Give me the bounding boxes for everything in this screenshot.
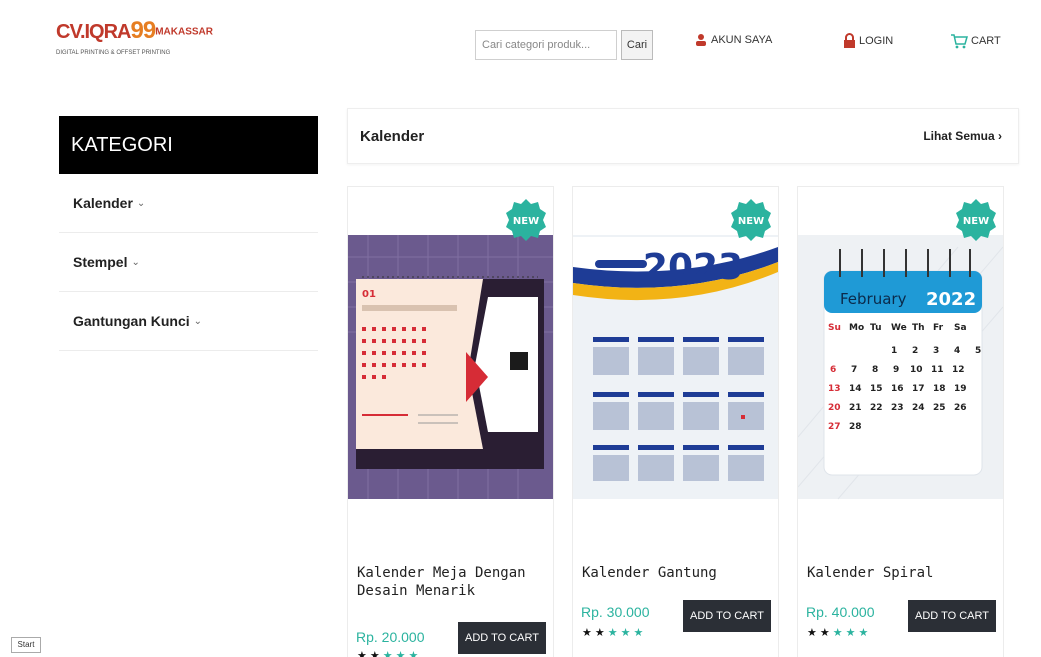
svg-text:7: 7 [851,365,857,375]
new-badge: NEW [731,199,771,241]
site-logo[interactable]: CV.IQRA99MAKASSAR DIGITAL PRINTING & OFF… [56,17,216,70]
svg-text:6: 6 [830,365,836,375]
sidebar-item-kalender[interactable]: Kalender ⌄ [59,174,318,233]
rating-stars: ★★★★★ [357,650,422,657]
svg-text:23: 23 [891,403,904,413]
see-all-link[interactable]: Lihat Semua › [923,129,1002,143]
account-link[interactable]: AKUN SAYA [694,33,772,47]
section-title: Kalender [360,127,425,145]
product-name[interactable]: Kalender Spiral [807,564,997,582]
cart-label: CART [971,35,1001,47]
cart-link[interactable]: CART [950,33,1001,49]
logo-tagline: DIGITAL PRINTING & OFFSET PRINTING [56,49,171,56]
account-label: AKUN SAYA [711,34,773,46]
search-button[interactable]: Cari [621,30,653,60]
product-image[interactable]: 2023 NEW [573,187,778,542]
product-card[interactable]: February 2022 Su Mo Tu We Th Fr Sa 12345… [797,186,1004,657]
product-image[interactable]: 01 NEW [348,187,553,542]
svg-text:Tu: Tu [870,323,882,333]
svg-text:Su: Su [828,323,841,333]
badge-label: NEW [738,216,764,227]
calendar-month: February [840,290,907,308]
svg-text:2: 2 [912,346,918,356]
svg-text:Mo: Mo [849,323,864,333]
svg-text:We: We [891,323,907,333]
svg-text:22: 22 [870,403,883,413]
svg-text:24: 24 [912,403,925,413]
lock-icon [844,33,855,48]
svg-text:9: 9 [893,365,899,375]
rating-stars: ★★★★★ [807,627,872,639]
svg-text:Th: Th [912,323,925,333]
svg-text:16: 16 [891,384,904,394]
svg-text:11: 11 [931,365,944,375]
svg-text:Sa: Sa [954,323,967,333]
badge-label: NEW [513,216,539,227]
cart-icon [951,34,968,49]
svg-text:8: 8 [872,365,878,375]
search-bar: Cari [475,30,653,60]
site-header: CV.IQRA99MAKASSAR DIGITAL PRINTING & OFF… [0,0,1041,90]
svg-text:3: 3 [933,346,939,356]
add-to-cart-button[interactable]: ADD TO CART [458,622,546,654]
sidebar-item-label: Gantungan Kunci [73,313,190,329]
svg-text:18: 18 [933,384,946,394]
svg-text:13: 13 [828,384,841,394]
calendar-year: 2023 [643,247,743,288]
login-link[interactable]: LOGIN [843,33,893,49]
svg-text:19: 19 [954,384,967,394]
product-name[interactable]: Kalender Meja Dengan Desain Menarik [357,564,547,600]
product-name[interactable]: Kalender Gantung [582,564,772,582]
sidebar-title: KATEGORI [59,116,318,174]
chevron-down-icon: ⌄ [193,315,203,327]
svg-text:20: 20 [828,403,841,413]
add-to-cart-button[interactable]: ADD TO CART [908,600,996,632]
svg-text:5: 5 [975,346,981,356]
product-card[interactable]: 2023 NEW Kalender Gantung Rp. 30.000 ADD… [572,186,779,657]
svg-text:17: 17 [912,384,925,394]
start-button[interactable]: Start [11,637,41,653]
new-badge: NEW [506,199,546,241]
svg-text:Fr: Fr [933,323,944,333]
svg-text:27: 27 [828,422,841,432]
svg-text:28: 28 [849,422,862,432]
category-sidebar: KATEGORI Kalender ⌄ Stempel ⌄ Gantungan Ku… [59,116,318,351]
section-header: Kalender Lihat Semua › [347,108,1019,164]
svg-text:26: 26 [954,403,967,413]
product-price: Rp. 20.000 [356,629,425,645]
product-price: Rp. 30.000 [581,604,650,620]
add-to-cart-button[interactable]: ADD TO CART [683,600,771,632]
sidebar-item-gantungan-kunci[interactable]: Gantungan Kunci ⌄ [59,292,318,351]
svg-text:14: 14 [849,384,862,394]
chevron-down-icon: ⌄ [131,256,140,268]
rating-stars: ★★★★★ [582,627,647,639]
sidebar-item-label: Kalender [73,195,133,211]
user-icon [696,34,706,46]
calendar-year: 2022 [926,289,976,310]
badge-label: NEW [963,216,989,227]
new-badge: NEW [956,199,996,241]
search-input[interactable] [475,30,617,60]
sidebar-item-stempel[interactable]: Stempel ⌄ [59,233,318,292]
svg-text:4: 4 [954,346,960,356]
svg-text:21: 21 [849,403,862,413]
svg-text:01: 01 [362,289,376,300]
svg-text:10: 10 [910,365,923,375]
svg-text:25: 25 [933,403,946,413]
svg-text:12: 12 [952,365,965,375]
svg-text:15: 15 [870,384,883,394]
product-price: Rp. 40.000 [806,604,875,620]
login-label: LOGIN [859,35,894,47]
chevron-down-icon: ⌄ [136,197,146,209]
svg-text:1: 1 [891,346,897,356]
product-image[interactable]: February 2022 Su Mo Tu We Th Fr Sa 12345… [798,187,1003,542]
sidebar-item-label: Stempel [73,254,128,270]
product-card[interactable]: 01 NEW Kalender Meja Dengan Desain Menar… [347,186,554,657]
logo-wordmark: CV.IQRA99MAKASSAR [56,17,213,44]
